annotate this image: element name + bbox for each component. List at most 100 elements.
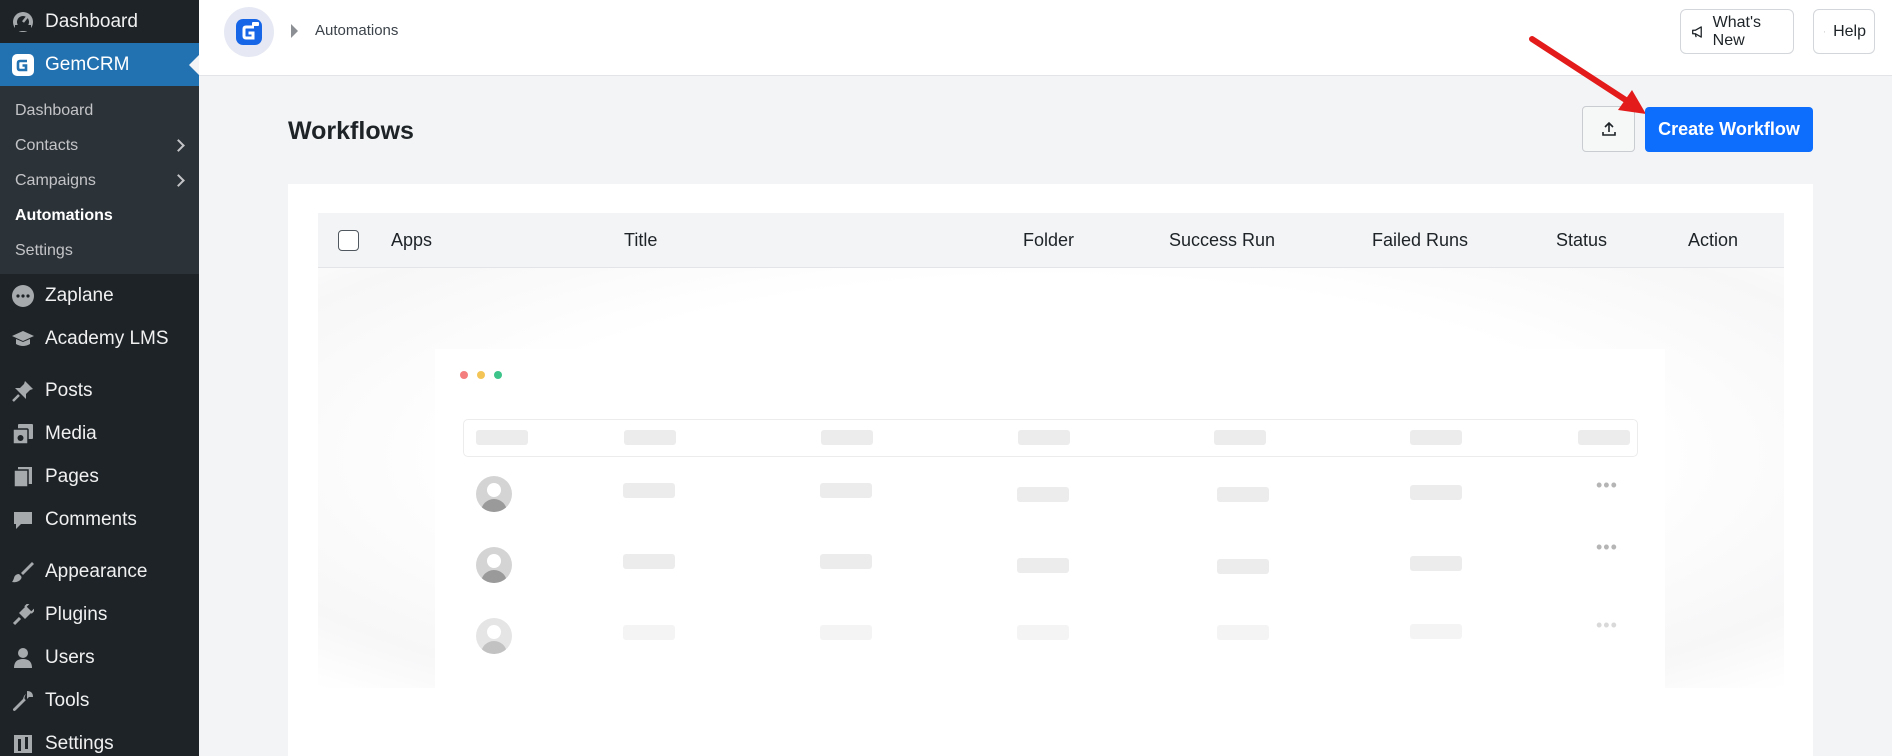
column-header-folder[interactable]: Folder — [1023, 230, 1074, 251]
whats-new-label: What's New — [1712, 13, 1762, 49]
placeholder-avatar — [476, 618, 512, 654]
user-icon — [10, 645, 35, 670]
menu-item-academy-lms[interactable]: Academy LMS — [0, 317, 199, 360]
submenu-dashboard[interactable]: Dashboard — [0, 93, 199, 128]
menu-item-label: Pages — [45, 465, 99, 487]
zaplane-icon — [10, 283, 35, 308]
menu-item-plugins[interactable]: Plugins — [0, 593, 199, 636]
window-dot-yellow — [477, 371, 485, 379]
menu-item-label: Media — [45, 422, 97, 444]
menu-item-tools[interactable]: Tools — [0, 679, 199, 722]
placeholder-avatar — [476, 547, 512, 583]
column-header-status[interactable]: Status — [1556, 230, 1607, 251]
help-label: Help — [1833, 22, 1866, 40]
placeholder-bar — [476, 430, 528, 445]
menu-separator — [0, 541, 199, 550]
menu-item-label: Plugins — [45, 603, 108, 625]
table-header: Apps Title Folder Success Run Failed Run… — [318, 213, 1784, 268]
menu-item-dashboard[interactable]: Dashboard — [0, 0, 199, 43]
menu-item-label: Academy LMS — [45, 327, 169, 349]
placeholder-bar — [1217, 487, 1269, 502]
help-button[interactable]: ? Help — [1813, 9, 1875, 54]
annotation-arrow — [1529, 36, 1646, 114]
placeholder-bar — [820, 554, 872, 569]
wrench-icon — [10, 688, 35, 713]
placeholder-window: ••• ••• ••• — [435, 349, 1665, 689]
whats-new-button[interactable]: What's New — [1680, 9, 1794, 54]
placeholder-bar — [1410, 430, 1462, 445]
upload-icon — [1601, 121, 1616, 136]
gemcrm-submenu: Dashboard Contacts Campaigns Automations… — [0, 86, 199, 274]
menu-item-users[interactable]: Users — [0, 636, 199, 679]
placeholder-bar — [1410, 556, 1462, 571]
placeholder-bar — [1214, 430, 1266, 445]
settings-icon — [10, 731, 35, 756]
placeholder-bar — [1410, 485, 1462, 500]
submenu-contacts[interactable]: Contacts — [0, 128, 199, 163]
workflows-table-card: Apps Title Folder Success Run Failed Run… — [288, 184, 1813, 756]
menu-item-appearance[interactable]: Appearance — [0, 550, 199, 593]
menu-item-label: Dashboard — [45, 10, 138, 32]
menu-item-label: GemCRM — [45, 53, 130, 75]
placeholder-bar — [1017, 487, 1069, 502]
menu-item-label: Tools — [45, 689, 90, 711]
placeholder-bar — [623, 554, 675, 569]
placeholder-bar — [624, 430, 676, 445]
placeholder-bar — [1017, 558, 1069, 573]
submenu-label: Automations — [15, 206, 113, 224]
more-dots-icon: ••• — [1596, 615, 1618, 635]
placeholder-bar — [1578, 430, 1630, 445]
menu-item-settings[interactable]: Settings — [0, 722, 199, 756]
pushpin-icon — [10, 378, 35, 403]
submenu-settings[interactable]: Settings — [0, 233, 199, 268]
column-header-apps[interactable]: Apps — [391, 230, 432, 251]
placeholder-bar — [1018, 430, 1070, 445]
placeholder-bar — [1410, 624, 1462, 639]
caret-right-icon — [291, 24, 298, 38]
gemcrm-logo-icon — [236, 19, 262, 45]
dashboard-gauge-icon — [10, 9, 35, 34]
column-header-action[interactable]: Action — [1688, 230, 1738, 251]
pages-icon — [10, 464, 35, 489]
gemcrm-brand-logo[interactable] — [224, 7, 274, 57]
create-workflow-button[interactable]: Create Workflow — [1645, 107, 1813, 152]
menu-item-label: Users — [45, 646, 95, 668]
placeholder-bar — [623, 483, 675, 498]
select-all-checkbox[interactable] — [338, 230, 359, 251]
megaphone-icon — [1692, 25, 1702, 38]
submenu-automations[interactable]: Automations — [0, 198, 199, 233]
submenu-label: Contacts — [15, 136, 79, 154]
menu-item-label: Appearance — [45, 560, 148, 582]
placeholder-bar — [821, 430, 873, 445]
menu-item-posts[interactable]: Posts — [0, 369, 199, 412]
placeholder-bar — [1017, 625, 1069, 640]
graduation-cap-icon — [10, 326, 35, 351]
media-icon — [10, 421, 35, 446]
menu-item-media[interactable]: Media — [0, 412, 199, 455]
chevron-right-icon — [172, 174, 185, 187]
help-circle-icon: ? — [1824, 31, 1825, 33]
placeholder-header-row — [463, 419, 1638, 457]
paintbrush-icon — [10, 559, 35, 584]
empty-state-illustration: ••• ••• ••• — [318, 268, 1784, 689]
menu-item-gemcrm[interactable]: GemCRM — [0, 43, 199, 86]
menu-item-label: Posts — [45, 379, 93, 401]
menu-item-comments[interactable]: Comments — [0, 498, 199, 541]
column-header-title[interactable]: Title — [624, 230, 657, 251]
submenu-campaigns[interactable]: Campaigns — [0, 163, 199, 198]
menu-item-label: Zaplane — [45, 284, 114, 306]
placeholder-bar — [820, 483, 872, 498]
column-header-success-run[interactable]: Success Run — [1169, 230, 1275, 251]
placeholder-bar — [623, 625, 675, 640]
window-dot-green — [494, 371, 502, 379]
column-header-failed-runs[interactable]: Failed Runs — [1372, 230, 1468, 251]
menu-item-zaplane[interactable]: Zaplane — [0, 274, 199, 317]
gemcrm-logo-icon — [10, 52, 35, 77]
placeholder-avatar — [476, 476, 512, 512]
menu-item-pages[interactable]: Pages — [0, 455, 199, 498]
comment-bubble-icon — [10, 507, 35, 532]
submenu-label: Settings — [15, 241, 73, 259]
admin-sidebar: Dashboard GemCRM Dashboard Contacts Camp… — [0, 0, 199, 756]
menu-item-label: Comments — [45, 508, 137, 530]
placeholder-bar — [1217, 559, 1269, 574]
